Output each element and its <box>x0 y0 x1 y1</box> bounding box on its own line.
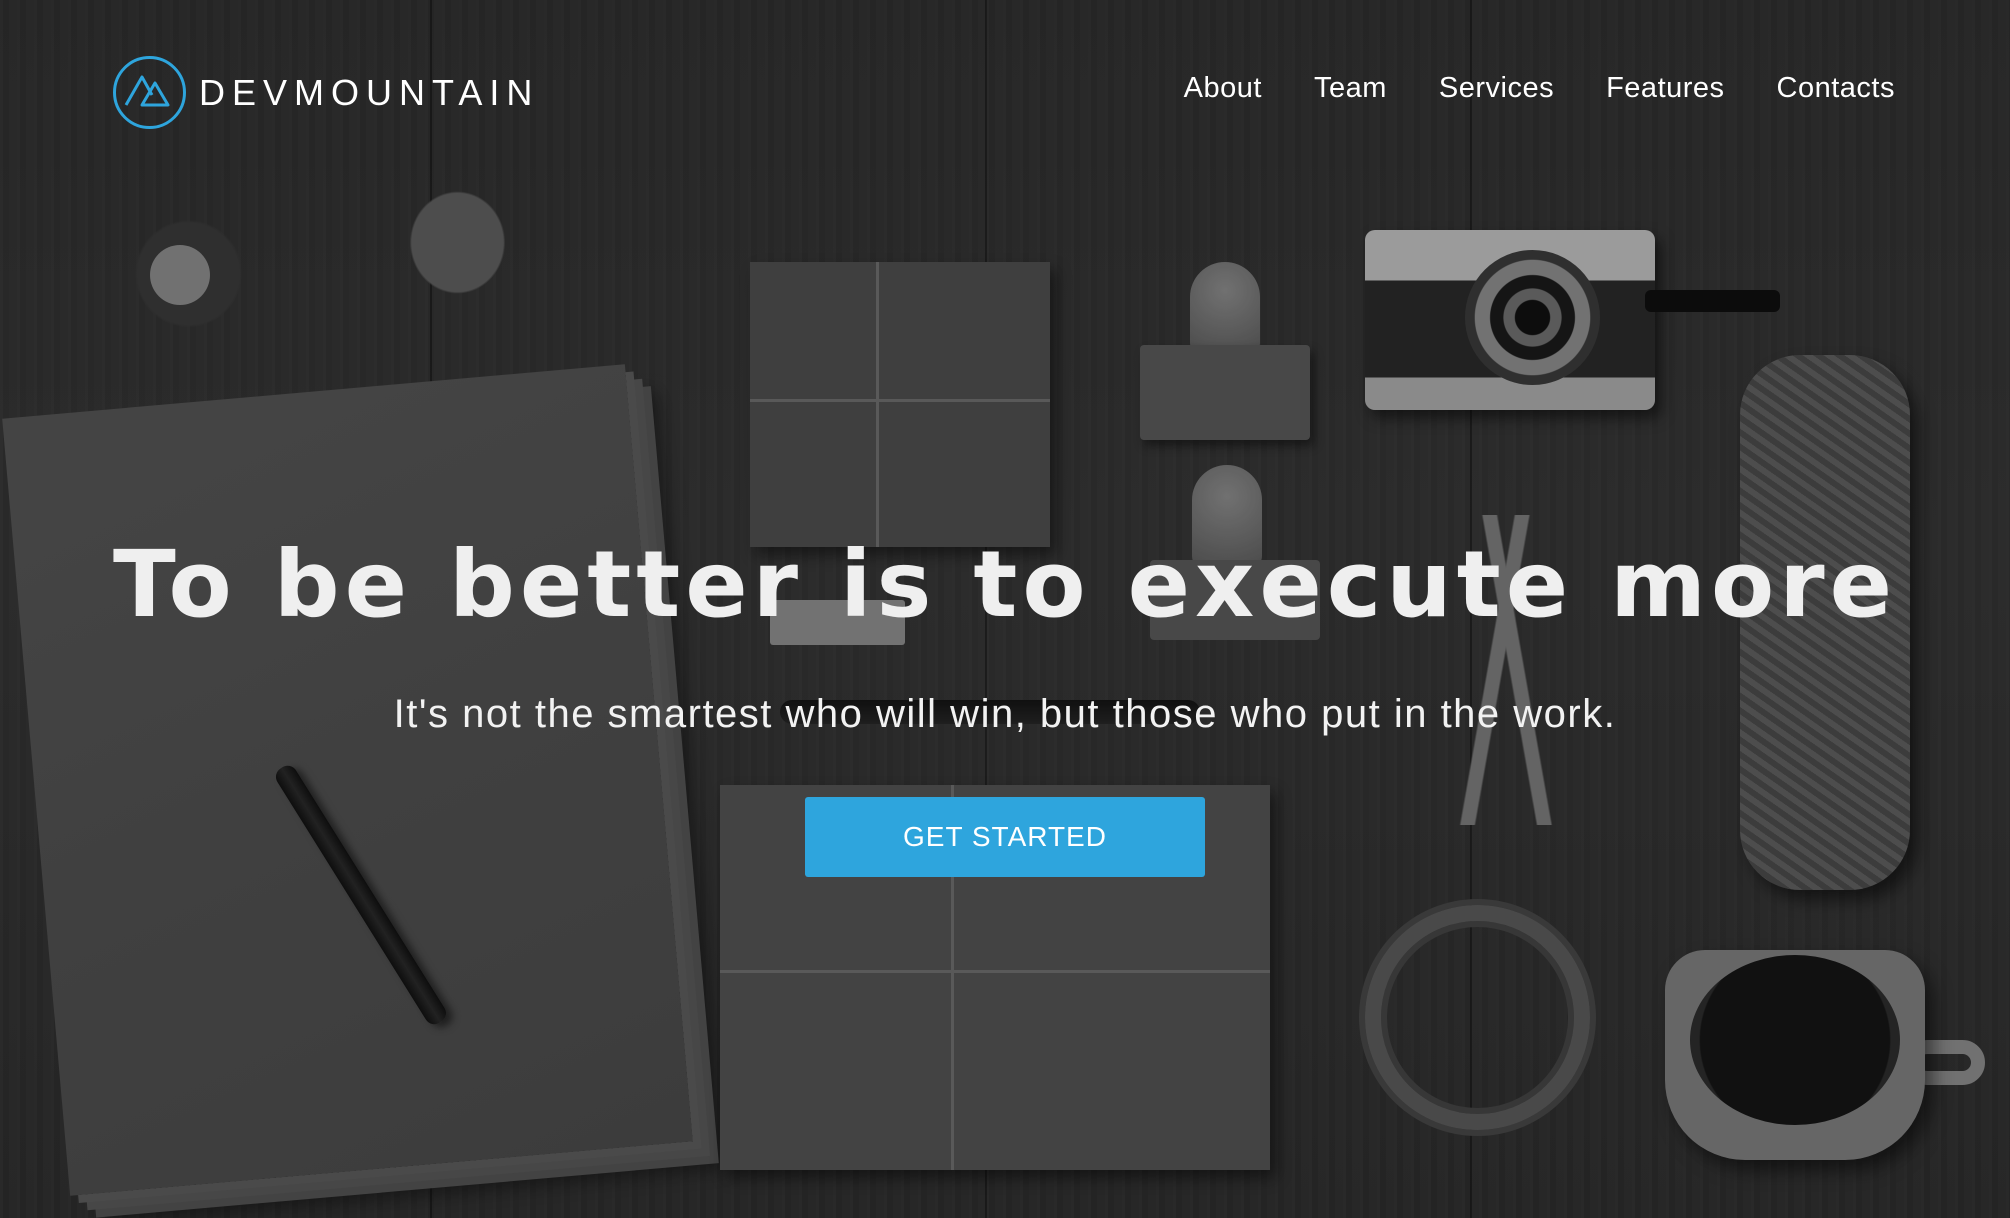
brand-name: DEVMOUNTAIN <box>199 71 540 113</box>
brand-home-link[interactable]: DEVMOUNTAIN <box>112 55 539 130</box>
hero-subheadline: It's not the smartest who will win, but … <box>393 692 1617 736</box>
get-started-button[interactable]: GET STARTED <box>805 797 1205 877</box>
nav-link-features[interactable]: Features <box>1606 66 1724 111</box>
nav-link-about[interactable]: About <box>1184 66 1262 111</box>
hero-headline: To be better is to execute more <box>112 531 1897 638</box>
nav-link-contacts[interactable]: Contacts <box>1777 66 1895 111</box>
site-header: DEVMOUNTAIN About Team Services Features… <box>0 0 2010 180</box>
hero-content: To be better is to execute more It's not… <box>0 520 2010 877</box>
nav-link-team[interactable]: Team <box>1314 66 1387 111</box>
main-nav: About Team Services Features Contacts <box>1132 66 1895 111</box>
nav-link-services[interactable]: Services <box>1439 66 1554 111</box>
mountain-logo-icon <box>113 56 186 129</box>
